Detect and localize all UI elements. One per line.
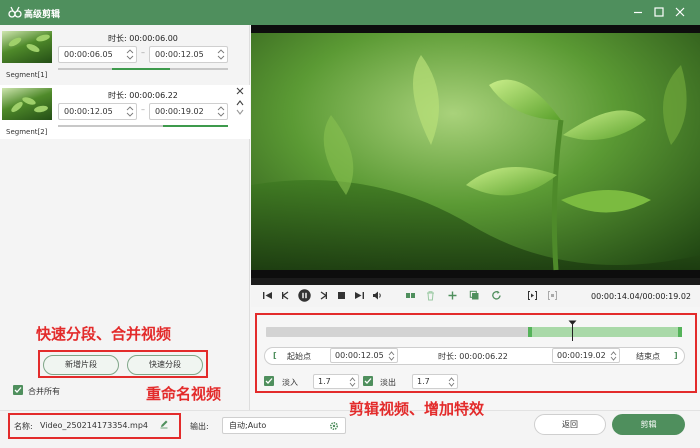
start-point-button[interactable]: 起始点 (287, 351, 311, 362)
segment-end-field[interactable]: 00:00:12.05 (149, 46, 228, 63)
end-point-button[interactable]: 结束点 (636, 351, 660, 362)
title-bar: 高级剪辑 (0, 0, 700, 25)
move-down-icon[interactable] (235, 107, 245, 117)
timeline-selection[interactable] (528, 327, 682, 337)
jump-end-icon[interactable] (354, 290, 365, 301)
annotation-rename: 重命名视频 (146, 385, 222, 403)
edit-pencil-icon[interactable] (159, 419, 169, 429)
bracket-right-icon: ] (674, 351, 678, 360)
player-controls: 00:00:14.04/00:00:19.02 (251, 285, 700, 307)
time-readout: 00:00:14.04/00:00:19.02 (591, 292, 691, 301)
annotation-split-merge: 快速分段、合并视频 (36, 325, 172, 343)
segment-end-field[interactable]: 00:00:19.02 (149, 103, 228, 120)
output-select[interactable]: 自动;Auto (222, 417, 346, 434)
minimize-button[interactable] (630, 4, 646, 20)
output-label: 输出: (190, 422, 209, 431)
spin-arrows-icon[interactable] (448, 376, 455, 388)
pause-icon[interactable] (298, 289, 311, 302)
start-time-field[interactable]: 00:00:12.05 (330, 348, 398, 363)
spin-arrows-icon[interactable] (610, 350, 617, 362)
file-name-field[interactable]: Video_250214173354.mp4 (40, 421, 148, 430)
add-icon[interactable] (447, 290, 458, 301)
fade-in-checkbox[interactable] (264, 376, 274, 386)
spin-arrows-icon[interactable] (217, 48, 225, 61)
stop-icon[interactable] (336, 290, 347, 301)
add-segment-button[interactable]: 新增片段 (43, 355, 119, 375)
name-label: 名称: (14, 422, 33, 431)
window-title: 高级剪辑 (24, 10, 61, 20)
video-bottom-strip (251, 278, 700, 285)
segment-range-bar (58, 125, 228, 127)
fade-out-label: 淡出 (380, 378, 396, 387)
segment-item[interactable]: Segment[1] 时长: 00:00:06.00 00:00:06.05 –… (0, 28, 250, 82)
fade-out-field[interactable]: 1.7 (412, 374, 458, 389)
segment-thumbnail (2, 31, 52, 63)
delete-icon[interactable] (425, 290, 436, 301)
cut-button[interactable]: 剪辑 (612, 414, 685, 435)
segment-label: Segment[1] (6, 71, 48, 79)
merge-all-label: 合并所有 (28, 387, 60, 396)
segment-label: Segment[2] (6, 128, 48, 136)
fade-out-checkbox[interactable] (363, 376, 373, 386)
spin-arrows-icon[interactable] (349, 376, 356, 388)
spin-arrows-icon[interactable] (126, 48, 134, 61)
mark-out-icon[interactable] (547, 290, 558, 301)
check-icon (14, 387, 22, 393)
annotation-edit-effects: 剪辑视频、增加特效 (349, 400, 485, 418)
split-icon[interactable] (405, 290, 416, 301)
prev-frame-icon[interactable] (280, 290, 291, 301)
range-dash: – (141, 105, 145, 114)
jump-start-icon[interactable] (262, 290, 273, 301)
segment-start-field[interactable]: 00:00:06.05 (58, 46, 137, 63)
segment-duration: 时长: 00:00:06.22 (108, 91, 178, 100)
reset-icon[interactable] (491, 290, 502, 301)
segment-range-bar (58, 68, 228, 70)
spin-arrows-icon[interactable] (126, 105, 134, 118)
merge-all-checkbox[interactable] (13, 385, 23, 395)
volume-icon[interactable] (372, 290, 383, 301)
segment-start-field[interactable]: 00:00:12.05 (58, 103, 137, 120)
app-logo-icon (8, 6, 22, 18)
video-preview (251, 25, 700, 278)
segment-duration: 时长: 00:00:06.00 (108, 34, 178, 43)
fade-in-field[interactable]: 1.7 (313, 374, 359, 389)
check-icon (265, 378, 273, 384)
delete-segment-icon[interactable] (235, 86, 245, 96)
spin-arrows-icon[interactable] (217, 105, 225, 118)
copy-icon[interactable] (469, 290, 480, 301)
playhead-marker[interactable] (568, 320, 577, 341)
check-icon (364, 378, 372, 384)
fast-split-button[interactable]: 快速分段 (127, 355, 203, 375)
end-time-field[interactable]: 00:00:19.02 (552, 348, 620, 363)
segment-thumbnail (2, 88, 52, 120)
trim-duration: 时长: 00:00:06.22 (438, 352, 508, 361)
gear-icon[interactable] (329, 421, 339, 431)
segment-item[interactable]: Segment[2] 时长: 00:00:06.22 00:00:12.05 –… (0, 85, 250, 139)
back-button[interactable]: 返回 (534, 414, 606, 435)
fade-in-label: 淡入 (282, 378, 298, 387)
spin-arrows-icon[interactable] (388, 350, 395, 362)
close-button[interactable] (672, 4, 688, 20)
bracket-left-icon: [ (273, 351, 277, 360)
maximize-button[interactable] (651, 4, 667, 20)
next-frame-icon[interactable] (318, 290, 329, 301)
video-frame-image (251, 25, 700, 278)
mark-in-icon[interactable] (527, 290, 538, 301)
timeline-track[interactable] (266, 327, 682, 337)
range-dash: – (141, 48, 145, 57)
